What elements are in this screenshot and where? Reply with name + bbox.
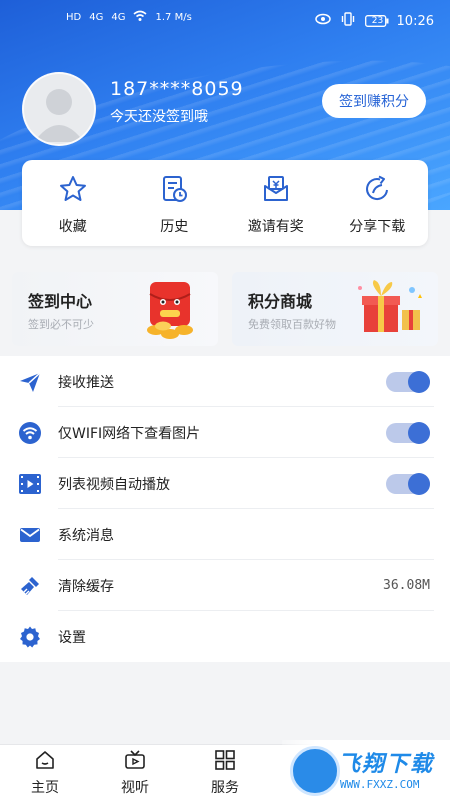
watermark-title: 飞翔下载 [338, 752, 435, 777]
network-speed: 1.7 M/s [155, 12, 192, 23]
nav-audiovisual[interactable]: 视听 [90, 745, 180, 801]
nav-services[interactable]: 服务 [180, 745, 270, 801]
status-left: HD 4G 4G 1.7 M/s [66, 10, 192, 25]
share-icon [366, 175, 389, 201]
avatar[interactable] [22, 72, 96, 146]
grid-icon [215, 750, 235, 770]
site-watermark: 飞翔下载 WWW.FXXZ.COM [282, 740, 450, 800]
nav-home[interactable]: 主页 [0, 745, 90, 801]
broom-icon [21, 577, 39, 595]
paper-plane-icon [20, 372, 41, 392]
star-icon [59, 176, 86, 201]
signin-status-text: 今天还没签到哦 [110, 109, 208, 125]
tv-icon [125, 750, 145, 769]
status-right: 23 10:26 [314, 12, 434, 30]
history-icon [163, 176, 188, 202]
promo-title: 积分商城 [248, 292, 313, 311]
wifi-images-toggle[interactable] [386, 422, 430, 444]
setting-wifi-only-images[interactable]: 仅WIFI网络下查看图片 [0, 407, 450, 458]
setting-label: 系统消息 [58, 527, 114, 544]
username: 187****8059 [110, 78, 244, 100]
eye-icon [314, 13, 331, 29]
setting-settings[interactable]: 设置 [0, 611, 450, 662]
autoplay-toggle[interactable] [386, 473, 430, 495]
gear-icon [20, 626, 40, 648]
quick-action-label: 邀请有奖 [247, 219, 304, 235]
red-envelope-coins-icon [147, 282, 193, 339]
vibrate-icon [341, 12, 355, 30]
toggle-knob [408, 473, 430, 495]
setting-push-notifications[interactable]: 接收推送 [0, 356, 450, 407]
signin-earn-points-button[interactable]: 签到赚积分 [322, 84, 426, 118]
quick-action-share[interactable]: 分享下载 [327, 160, 429, 246]
promo-title: 签到中心 [28, 292, 93, 311]
setting-label: 仅WIFI网络下查看图片 [58, 425, 201, 442]
signal-indicator-1: 4G [89, 12, 104, 23]
promo-subtitle: 签到必不可少 [28, 318, 94, 331]
promo-subtitle: 免费领取百款好物 [248, 318, 336, 331]
settings-list: 接收推送 仅WIFI网络下查看图片 列表视频自动播放 系统消息 清除缓存 36.… [0, 356, 450, 662]
gift-box-icon [358, 280, 422, 332]
hd-indicator: HD [66, 12, 82, 23]
clock: 10:26 [396, 13, 434, 29]
nav-label: 视听 [121, 780, 149, 796]
quick-action-invite[interactable]: 邀请有奖 [225, 160, 327, 246]
quick-actions-card: 收藏 历史 邀请有奖 分享下载 [22, 160, 428, 246]
user-silhouette-icon [34, 89, 84, 142]
mail-icon [20, 528, 40, 542]
nav-label: 服务 [211, 780, 239, 796]
toggle-knob [408, 371, 430, 393]
watermark-logo-icon [290, 746, 340, 796]
signal-indicator-2: 4G [111, 12, 126, 23]
setting-label: 清除缓存 [58, 578, 114, 595]
setting-clear-cache[interactable]: 清除缓存 36.08M [0, 560, 450, 611]
push-toggle[interactable] [386, 371, 430, 393]
nav-label: 主页 [31, 780, 59, 796]
promo-points-mall[interactable]: 积分商城 免费领取百款好物 [232, 272, 438, 346]
promo-signin-center[interactable]: 签到中心 签到必不可少 [12, 272, 218, 346]
setting-system-messages[interactable]: 系统消息 [0, 509, 450, 560]
quick-action-history[interactable]: 历史 [124, 160, 226, 246]
watermark-url: WWW.FXXZ.COM [340, 778, 420, 791]
battery-icon: 23 [364, 15, 389, 27]
wifi-status-icon [133, 10, 147, 25]
setting-label: 设置 [58, 629, 86, 646]
wifi-icon [19, 422, 41, 444]
quick-action-label: 分享下载 [349, 219, 406, 235]
home-icon [36, 751, 54, 769]
setting-label: 列表视频自动播放 [58, 476, 170, 493]
setting-autoplay-video[interactable]: 列表视频自动播放 [0, 458, 450, 509]
invite-gift-icon [263, 176, 288, 201]
quick-action-favorites[interactable]: 收藏 [22, 160, 124, 246]
setting-label: 接收推送 [58, 374, 114, 391]
toggle-knob [408, 422, 430, 444]
battery-level: 23 [371, 16, 384, 26]
video-play-icon [19, 474, 41, 494]
quick-action-label: 收藏 [58, 219, 87, 235]
cache-size-value: 36.08M [383, 578, 430, 593]
quick-action-label: 历史 [160, 219, 189, 235]
status-bar: HD 4G 4G 1.7 M/s 23 10:26 [0, 0, 450, 40]
